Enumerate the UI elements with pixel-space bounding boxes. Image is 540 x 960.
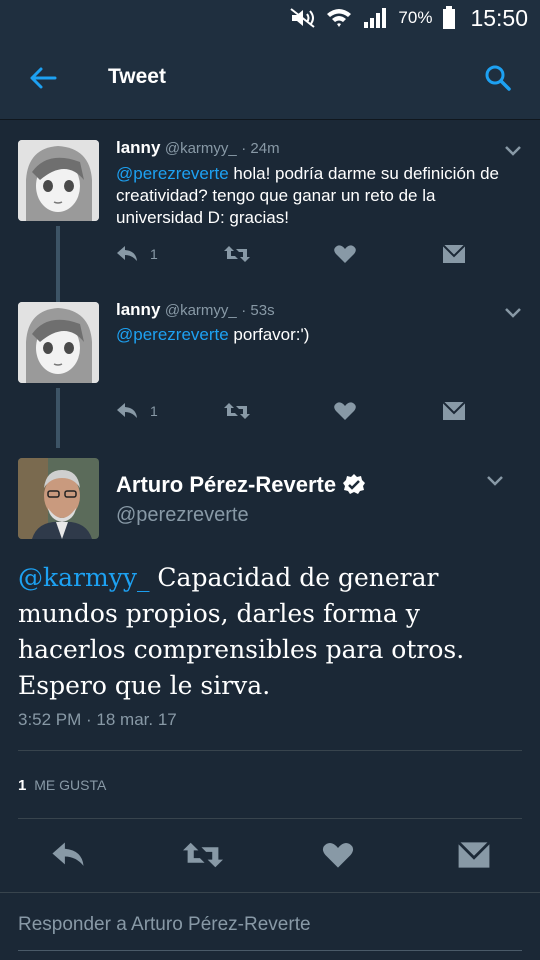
- mention-link[interactable]: @karmyy_: [18, 563, 149, 592]
- back-button[interactable]: [24, 60, 62, 96]
- like-button[interactable]: [334, 241, 356, 267]
- tweet-header: lanny @karmyy_ · 24m: [116, 138, 280, 158]
- like-button[interactable]: [318, 838, 358, 872]
- author-handle: @perezreverte: [116, 504, 249, 526]
- message-button[interactable]: [454, 838, 494, 872]
- likes-label: ME GUSTA: [34, 777, 107, 793]
- reply-button[interactable]: 1: [116, 241, 158, 267]
- retweet-icon: [224, 246, 250, 262]
- reply-icon: [117, 246, 137, 261]
- avatar[interactable]: [18, 140, 99, 221]
- search-button[interactable]: [480, 60, 516, 96]
- battery-percentage: 70%: [398, 8, 433, 27]
- tweet-options-button[interactable]: [502, 140, 524, 162]
- verified-badge-icon: [343, 474, 366, 494]
- reply-button[interactable]: 1: [116, 398, 158, 424]
- main-tweet-actions: [0, 830, 540, 878]
- avatar[interactable]: [18, 302, 99, 383]
- thread-line: [56, 226, 60, 290]
- mention-link[interactable]: @perezreverte: [116, 325, 229, 344]
- wifi-icon: [326, 6, 352, 30]
- tweet-text: @perezreverte hola! podría darme su defi…: [116, 163, 526, 229]
- divider: [18, 818, 522, 819]
- author-name[interactable]: Arturo Pérez-Reverte: [116, 472, 366, 498]
- reply-input[interactable]: Responder a Arturo Pérez-Reverte: [18, 914, 311, 936]
- arrow-left-icon: [30, 67, 57, 89]
- likes-count: 1: [18, 777, 27, 794]
- reply-icon: [52, 842, 84, 866]
- author-name[interactable]: lanny: [116, 300, 160, 319]
- reply-icon: [117, 403, 137, 418]
- tweet-text: @perezreverte porfavor:'): [116, 324, 526, 346]
- chevron-down-icon: [487, 476, 503, 486]
- tweet-timestamp: 3:52 PM · 18 mar. 17: [18, 710, 177, 729]
- chevron-down-icon: [505, 308, 521, 318]
- status-clock: 15:50: [470, 4, 528, 31]
- mention-link[interactable]: @perezreverte: [116, 164, 229, 183]
- chevron-down-icon: [505, 146, 521, 156]
- like-button[interactable]: [334, 398, 356, 424]
- reply-button[interactable]: [48, 838, 88, 872]
- thread-tweet[interactable]: lanny @karmyy_ · 53s @perezreverte porfa…: [0, 290, 540, 450]
- heart-icon: [334, 402, 356, 420]
- tweet-actions: 1: [116, 398, 476, 424]
- likes-summary[interactable]: 1 ME GUSTA: [18, 777, 106, 794]
- reply-count: 1: [150, 403, 158, 419]
- thread-line: [56, 388, 60, 448]
- tweet-body: porfavor:'): [228, 325, 310, 344]
- signal-icon: [362, 6, 388, 30]
- envelope-icon: [442, 401, 466, 420]
- reply-count: 1: [150, 246, 158, 262]
- message-button[interactable]: [442, 398, 466, 424]
- message-button[interactable]: [442, 241, 466, 267]
- author-name[interactable]: lanny: [116, 138, 160, 157]
- search-icon: [485, 65, 511, 91]
- divider: [0, 892, 540, 893]
- tweet-options-button[interactable]: [502, 302, 524, 324]
- tweet-actions: 1: [116, 241, 476, 267]
- retweet-button[interactable]: [224, 241, 250, 267]
- mute-icon: [290, 6, 316, 30]
- retweet-icon: [183, 842, 223, 868]
- retweet-icon: [224, 403, 250, 419]
- heart-icon: [334, 245, 356, 263]
- author-name-text: Arturo Pérez-Reverte: [116, 472, 337, 497]
- retweet-button[interactable]: [183, 838, 223, 872]
- status-bar: 70% 15:50: [0, 0, 540, 36]
- tweet-options-button[interactable]: [484, 470, 506, 492]
- avatar[interactable]: [18, 458, 99, 539]
- heart-icon: [322, 843, 354, 868]
- thread-tweet[interactable]: lanny @karmyy_ · 24m @perezreverte hola!…: [0, 120, 540, 290]
- tweet-header: lanny @karmyy_ · 53s: [116, 300, 275, 320]
- reply-input-underline: [18, 950, 522, 951]
- author-handle: @karmyy_: [164, 302, 237, 319]
- main-tweet-text: @karmyy_ Capacidad de generar mundos pro…: [18, 560, 518, 704]
- thread-line: [56, 290, 60, 302]
- author-handle: @karmyy_: [164, 140, 237, 157]
- tweet-time: · 53s: [241, 302, 275, 319]
- envelope-icon: [457, 841, 491, 868]
- retweet-button[interactable]: [224, 398, 250, 424]
- battery-icon: [442, 6, 456, 30]
- app-header: Tweet: [0, 36, 540, 120]
- tweet-time: · 24m: [241, 140, 280, 157]
- envelope-icon: [442, 244, 466, 263]
- page-title: Tweet: [108, 65, 166, 88]
- divider: [18, 750, 522, 751]
